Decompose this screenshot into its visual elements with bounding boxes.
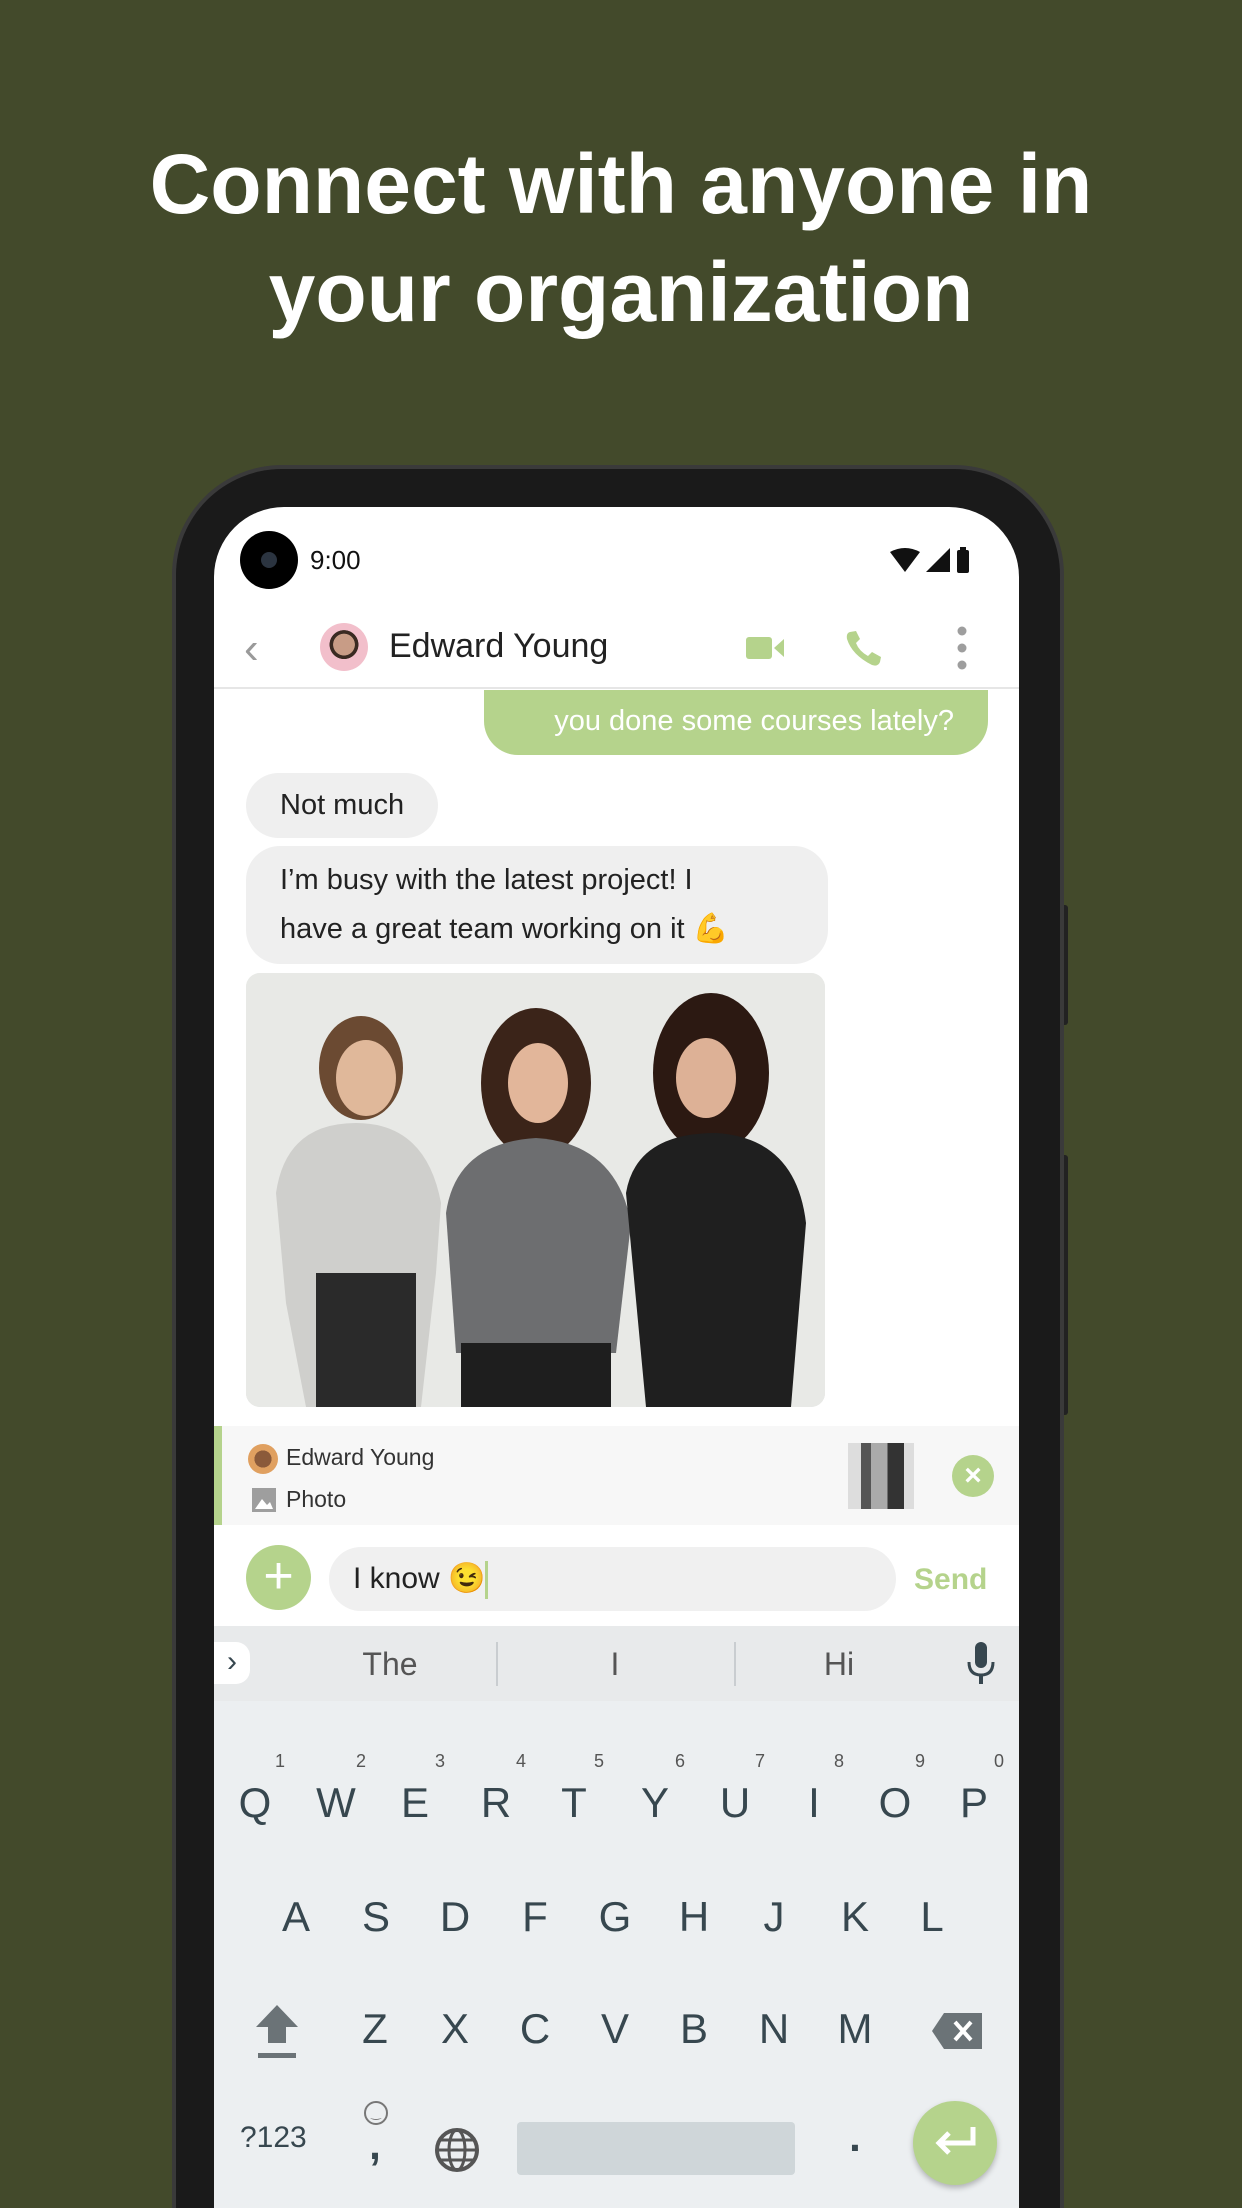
expand-toolbar-icon[interactable]: › — [214, 1642, 250, 1684]
key-a[interactable]: A — [282, 1893, 310, 1941]
key-s[interactable]: S — [362, 1893, 390, 1941]
status-time: 9:00 — [310, 545, 361, 575]
period-key[interactable]: . — [849, 2113, 861, 2161]
key-hint: 7 — [755, 1751, 766, 1771]
keyboard: Q 1 W 2 E 3 R 4 T 5 Y 6 U 7 I 8 O 9 P 0 A S D F G H J K L Z X C V B N M ?123… — [214, 1701, 1019, 2208]
key-b[interactable]: B — [680, 2005, 708, 2053]
key-r[interactable]: R — [481, 1779, 511, 1827]
key-e[interactable]: E — [401, 1779, 429, 1827]
add-attachment-button[interactable]: + — [246, 1545, 311, 1610]
key-g[interactable]: G — [599, 1893, 632, 1941]
key-hint: 0 — [994, 1751, 1005, 1771]
symbols-key[interactable]: ?123 — [240, 2121, 307, 2155]
key-hint: 5 — [594, 1751, 605, 1771]
key-k[interactable]: K — [841, 1893, 869, 1941]
enter-icon — [935, 2127, 976, 2155]
close-reply-icon[interactable]: × — [952, 1455, 994, 1497]
headline-line-1: Connect with anyone in — [149, 137, 1093, 231]
battery-icon — [957, 547, 969, 573]
key-hint: 2 — [356, 1751, 367, 1771]
phone-call-icon[interactable] — [844, 629, 884, 669]
suggestion-item[interactable]: Hi — [824, 1646, 854, 1683]
key-hint: 9 — [915, 1751, 926, 1771]
back-button[interactable]: ‹ — [244, 627, 259, 671]
image-icon — [252, 1488, 276, 1512]
composer: + I know 😉 Send — [214, 1525, 1019, 1625]
wifi-icon — [890, 548, 920, 572]
incoming-message: I’m busy with the latest project! I have … — [246, 846, 828, 964]
chat-header: ‹ Edward Young — [214, 607, 1019, 689]
key-i[interactable]: I — [808, 1779, 820, 1827]
headline: Connect with anyone in your organization — [0, 130, 1242, 346]
more-options-icon[interactable] — [956, 625, 968, 671]
headline-line-2: your organization — [268, 245, 974, 339]
key-d[interactable]: D — [440, 1893, 470, 1941]
avatar[interactable] — [320, 623, 368, 671]
key-hint: 1 — [275, 1751, 286, 1771]
signal-icon — [926, 548, 950, 572]
backspace-icon[interactable] — [930, 2011, 984, 2051]
message-input[interactable]: I know 😉 — [329, 1547, 896, 1611]
suggestion-item[interactable]: I — [611, 1646, 620, 1683]
reply-type: Photo — [286, 1486, 347, 1512]
globe-icon[interactable] — [434, 2127, 480, 2173]
incoming-message: Not much — [246, 773, 439, 838]
key-q[interactable]: Q — [239, 1779, 272, 1827]
key-h[interactable]: H — [679, 1893, 709, 1941]
enter-key[interactable] — [913, 2101, 997, 2185]
phone-screen: 9:00 ‹ Edward Young you done some course… — [214, 507, 1019, 2208]
message-line: have a great team working on it 💪 — [280, 913, 729, 945]
reply-avatar — [248, 1444, 278, 1474]
suggestion-bar: › The I Hi — [214, 1626, 1019, 1701]
key-hint: 4 — [516, 1751, 527, 1771]
reply-author: Edward Young — [286, 1444, 435, 1470]
key-c[interactable]: C — [520, 2005, 550, 2053]
contact-name[interactable]: Edward Young — [389, 627, 608, 666]
key-p[interactable]: P — [960, 1779, 988, 1827]
key-u[interactable]: U — [720, 1779, 750, 1827]
key-hint: 8 — [834, 1751, 845, 1771]
key-w[interactable]: W — [316, 1779, 356, 1827]
key-hint: 3 — [435, 1751, 446, 1771]
key-f[interactable]: F — [522, 1893, 548, 1941]
comma-key[interactable]: , — [369, 2121, 381, 2169]
suggestion-item[interactable]: The — [362, 1646, 417, 1683]
outgoing-message: you done some courses lately? — [484, 690, 988, 755]
key-m[interactable]: M — [838, 2005, 873, 2053]
key-j[interactable]: J — [764, 1893, 785, 1941]
video-call-icon[interactable] — [746, 635, 786, 661]
divider — [496, 1642, 498, 1686]
reply-thumbnail — [848, 1443, 914, 1509]
key-v[interactable]: V — [601, 2005, 629, 2053]
key-x[interactable]: X — [441, 2005, 469, 2053]
reply-preview: Edward Young Photo × — [214, 1426, 1019, 1525]
camera-icon — [240, 531, 298, 589]
text-cursor — [485, 1561, 489, 1600]
status-icons — [890, 547, 970, 573]
key-o[interactable]: O — [879, 1779, 912, 1827]
space-key[interactable] — [517, 2122, 795, 2175]
key-l[interactable]: L — [920, 1893, 943, 1941]
message-line: I’m busy with the latest project! I — [280, 864, 693, 896]
team-photo — [246, 973, 825, 1407]
key-y[interactable]: Y — [641, 1779, 669, 1827]
send-button[interactable]: Send — [914, 1563, 987, 1597]
key-t[interactable]: T — [561, 1779, 587, 1827]
key-n[interactable]: N — [759, 2005, 789, 2053]
shift-icon[interactable] — [254, 2003, 300, 2061]
key-hint: 6 — [675, 1751, 686, 1771]
message-input-value: I know 😉 — [353, 1562, 486, 1595]
key-z[interactable]: Z — [362, 2005, 388, 2053]
microphone-icon[interactable] — [966, 1642, 996, 1686]
photo-message[interactable] — [246, 973, 825, 1407]
divider — [734, 1642, 736, 1686]
